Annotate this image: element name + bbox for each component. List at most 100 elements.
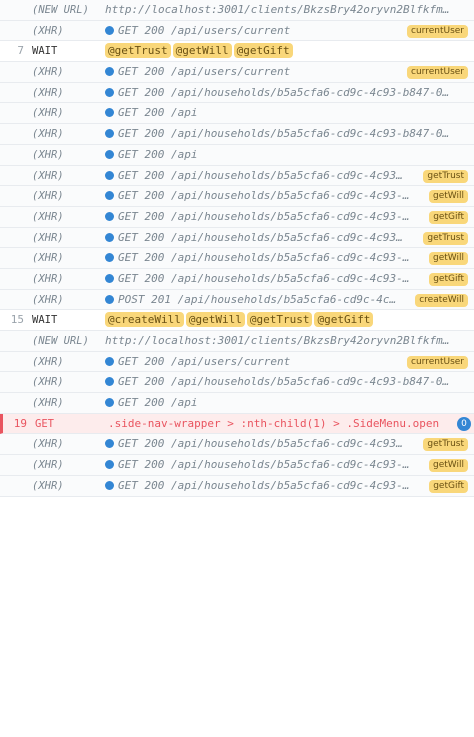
log-row-url[interactable]: (NEW URL) http://localhost:3001/clients/B…: [0, 331, 474, 352]
command-name: (XHR): [32, 24, 64, 37]
alias-badge: getGift: [429, 210, 468, 224]
message-text: .side-nav-wrapper > :nth-child(1) > .Sid…: [108, 416, 440, 430]
message-text: GET 200 /api/households/b5a5cfa6-cd9c-4c…: [118, 189, 410, 203]
log-row-xhr[interactable]: (XHR) GET 200 /api: [0, 393, 474, 414]
log-row-xhr[interactable]: (XHR) GET 200 /api/users/current currentUs…: [0, 20, 474, 42]
log-row-xhr[interactable]: (XHR) GET 200 /api/users/current currentUs…: [0, 62, 474, 83]
log-row-xhr[interactable]: (XHR) GET 200 /api: [0, 103, 474, 125]
log-row-url[interactable]: (NEW URL) http://localhost:3001/clients/B…: [0, 0, 474, 21]
command-message: GET 200 /api/households/b5a5cfa6-cd9c-4c…: [105, 455, 468, 475]
log-row-wait[interactable]: 7 WAIT @getTrust @getWill @getGift: [0, 41, 474, 63]
command-name: (XHR): [32, 293, 64, 306]
status-dot-icon: [105, 87, 114, 97]
command-name: (XHR): [32, 66, 64, 79]
command-message: @getTrust @getWill @getGift: [105, 41, 468, 61]
alias-tag: @getWill: [172, 43, 232, 59]
command-name: (XHR): [32, 376, 64, 389]
log-row-xhr[interactable]: (XHR) GET 200 /api/households/b5a5cfa6-cd…: [0, 227, 474, 249]
command-name: (XHR): [32, 148, 64, 161]
command-message: @createWill @getWill @getTrust @getGift: [105, 310, 468, 330]
command-name: (XHR): [32, 272, 64, 285]
message-text: GET 200 /api/households/b5a5cfa6-cd9c-4c…: [118, 127, 450, 141]
alias-badge: createWill: [415, 293, 468, 307]
status-dot-icon: [105, 356, 114, 366]
message-text: GET 200 /api/households/b5a5cfa6-cd9c-4c…: [118, 271, 410, 285]
command-message: GET 200 /api/households/b5a5cfa6-cd9c-4c…: [105, 124, 468, 144]
status-dot-icon: [105, 253, 114, 263]
log-row-xhr[interactable]: (XHR) GET 200 /api/households/b5a5cfa6-cd…: [0, 372, 474, 394]
command-name: (XHR): [32, 231, 64, 244]
alias-badge: getGift: [429, 479, 468, 493]
message-text: GET 200 /api/households/b5a5cfa6-cd9c-4c…: [118, 251, 410, 265]
alias-badge: getWill: [429, 190, 468, 204]
log-row-failed[interactable]: 19 GET .side-nav-wrapper > :nth-child(1) >…: [0, 413, 474, 435]
command-name: (NEW URL): [32, 335, 89, 347]
message-text: GET 200 /api/households/b5a5cfa6-cd9c-4c…: [118, 230, 403, 244]
status-dot-icon: [105, 377, 114, 387]
command-name: (XHR): [32, 479, 64, 492]
log-row-xhr[interactable]: (XHR) GET 200 /api/households/b5a5cfa6-cd…: [0, 206, 474, 228]
line-number: 7: [17, 44, 24, 58]
message-text: GET 200 /api/users/current: [118, 65, 291, 79]
command-message: GET 200 /api/households/b5a5cfa6-cd9c-4c…: [105, 248, 468, 268]
command-name: (XHR): [32, 397, 64, 410]
status-dot-icon: [105, 149, 114, 159]
log-row-xhr[interactable]: (XHR) GET 200 /api/households/b5a5cfa6-cd…: [0, 434, 474, 456]
message-text: GET 200 /api/households/b5a5cfa6-cd9c-4c…: [118, 209, 410, 223]
message-text: GET 200 /api: [118, 106, 198, 120]
command-name: WAIT: [32, 45, 58, 58]
log-row-xhr[interactable]: (XHR) GET 200 /api/households/b5a5cfa6-cd…: [0, 124, 474, 145]
status-dot-icon: [105, 232, 114, 242]
command-message: GET 200 /api/households/b5a5cfa6-cd9c-4c…: [105, 186, 468, 206]
status-dot-icon: [105, 294, 114, 304]
command-name: (XHR): [32, 252, 64, 265]
alias-badge: getTrust: [423, 438, 468, 452]
log-row-xhr[interactable]: (XHR) GET 200 /api/households/b5a5cfa6-cd…: [0, 455, 474, 476]
status-dot-icon: [105, 170, 114, 180]
log-row-xhr[interactable]: (XHR) GET 200 /api/households/b5a5cfa6-cd…: [0, 165, 474, 187]
log-row-xhr[interactable]: (XHR) GET 200 /api/households/b5a5cfa6-cd…: [0, 268, 474, 290]
alias-badge: getTrust: [423, 231, 468, 245]
log-row-xhr[interactable]: (XHR) GET 200 /api: [0, 144, 474, 166]
line-number: 15: [10, 313, 24, 327]
log-row-xhr[interactable]: (XHR) GET 200 /api/households/b5a5cfa6-cd…: [0, 475, 474, 497]
command-name: (XHR): [32, 86, 64, 99]
message-text: http://localhost:3001/clients/BkzsBry42o…: [105, 3, 450, 16]
command-name: (XHR): [32, 169, 64, 182]
command-name: GET: [35, 417, 54, 430]
message-text: GET 200 /api/users/current: [118, 23, 291, 37]
command-name: WAIT: [32, 314, 58, 327]
message-text: GET 200 /api/households/b5a5cfa6-cd9c-4c…: [118, 375, 450, 389]
log-row-xhr[interactable]: (XHR) GET 200 /api/users/current currentUs…: [0, 351, 474, 373]
log-row-xhr[interactable]: (XHR) GET 200 /api/households/b5a5cfa6-cd…: [0, 186, 474, 207]
alias-badge: currentUser: [407, 66, 468, 80]
status-dot-icon: [105, 67, 114, 77]
alias-badge: getTrust: [423, 169, 468, 183]
command-name: (XHR): [32, 459, 64, 472]
message-text: GET 200 /api/households/b5a5cfa6-cd9c-4c…: [118, 478, 410, 492]
command-name: (XHR): [32, 128, 64, 141]
log-row-xhr[interactable]: (XHR) GET 200 /api/households/b5a5cfa6-cd…: [0, 248, 474, 269]
status-dot-icon: [105, 273, 114, 283]
message-text: GET 200 /api/households/b5a5cfa6-cd9c-4c…: [118, 168, 403, 182]
command-message: GET 200 /api/households/b5a5cfa6-cd9c-4c…: [105, 269, 468, 289]
command-message: GET 200 /api: [105, 103, 468, 123]
command-name: (XHR): [32, 438, 64, 451]
alias-badge: getWill: [429, 459, 468, 473]
log-row-xhr[interactable]: (XHR) GET 200 /api/households/b5a5cfa6-cd…: [0, 82, 474, 104]
status-dot-icon: [105, 460, 114, 470]
command-message: .side-nav-wrapper > :nth-child(1) > .Sid…: [108, 414, 468, 434]
log-row-xhr[interactable]: (XHR) POST 201 /api/households/b5a5cfa6-c…: [0, 289, 474, 311]
command-name: (XHR): [32, 210, 64, 223]
log-row-wait[interactable]: 15 WAIT @createWill @getWill @getTrust @getGi…: [0, 310, 474, 331]
status-dot-icon: [105, 25, 114, 35]
command-message: GET 200 /api/households/b5a5cfa6-cd9c-4c…: [105, 228, 468, 248]
command-message: http://localhost:3001/clients/BkzsBry42o…: [105, 331, 468, 351]
line-number: 19: [13, 416, 27, 430]
command-message: GET 200 /api/households/b5a5cfa6-cd9c-4c…: [105, 372, 468, 392]
message-text: POST 201 /api/households/b5a5cfa6-cd9c-4…: [118, 292, 397, 306]
alias-tag: @getGift: [314, 312, 374, 328]
alias-tag: @createWill: [105, 312, 184, 328]
alias-badge: currentUser: [407, 24, 468, 38]
command-message: GET 200 /api: [105, 145, 468, 165]
